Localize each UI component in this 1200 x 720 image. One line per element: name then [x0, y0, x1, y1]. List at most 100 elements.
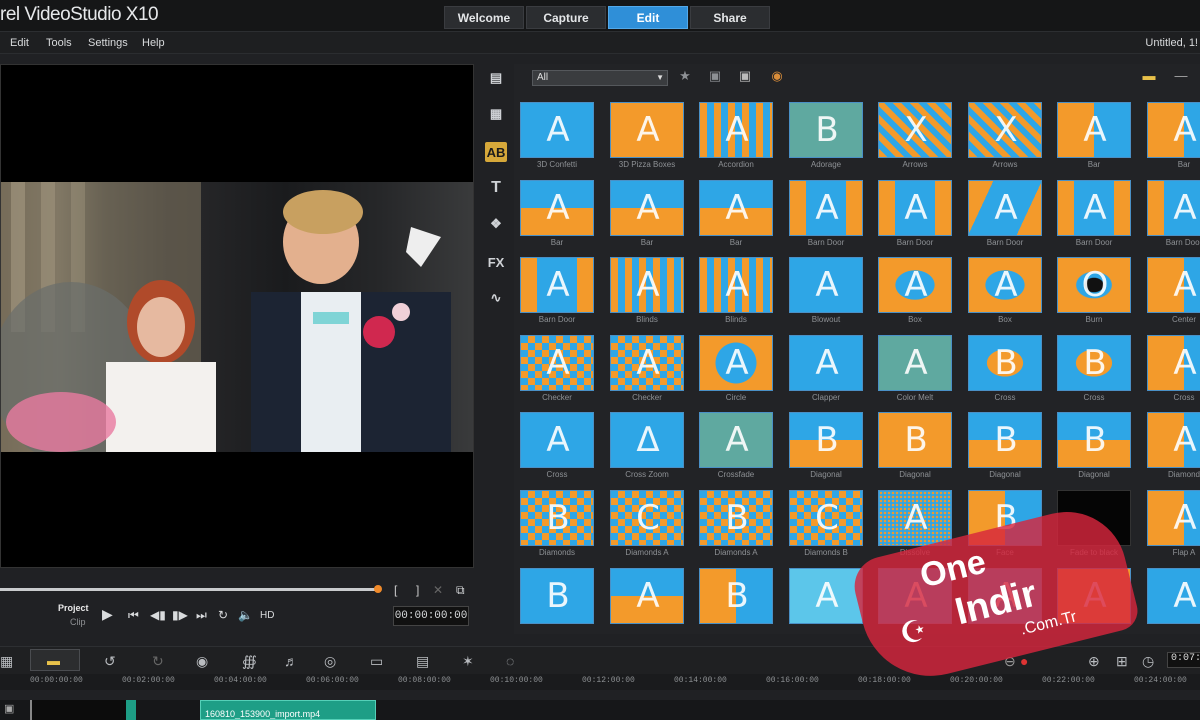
path-icon[interactable]: ∿ [485, 288, 507, 308]
mode-project[interactable]: Project [58, 603, 89, 613]
video-clip[interactable]: 160810_153900_import.mp4 [200, 700, 376, 720]
transition-thumbnail[interactable]: A [968, 180, 1042, 236]
menu-edit[interactable]: Edit [10, 37, 29, 49]
transition-thumbnail[interactable]: B [699, 568, 773, 624]
transition-thumbnail[interactable]: A [1147, 257, 1200, 313]
transition-thumbnail[interactable]: A [1057, 180, 1131, 236]
motion-tracking-icon[interactable]: ◎ [324, 653, 336, 670]
zoom-in-icon[interactable]: ⊕ [1088, 653, 1100, 670]
transition-thumbnail[interactable]: A [699, 180, 773, 236]
transition-thumbnail[interactable]: A [520, 102, 594, 158]
volume-icon[interactable]: 🔈 [238, 608, 253, 622]
previous-frame-icon[interactable]: ◀▮ [150, 608, 166, 622]
instant-project-icon[interactable]: ▦ [485, 104, 507, 124]
transition-thumbnail[interactable]: B [968, 335, 1042, 391]
transition-thumbnail[interactable]: A [1057, 568, 1131, 624]
transition-thumbnail[interactable]: A [789, 335, 863, 391]
transition-thumbnail[interactable]: B [968, 412, 1042, 468]
tab-share[interactable]: Share [690, 6, 770, 29]
undo-icon[interactable]: ↺ [104, 653, 116, 670]
transition-thumbnail[interactable]: X [968, 102, 1042, 158]
transition-thumbnail[interactable]: A [699, 412, 773, 468]
transition-thumbnail[interactable]: A [968, 568, 1042, 624]
transition-thumbnail[interactable]: A [1147, 490, 1200, 546]
transition-thumbnail[interactable]: A [610, 568, 684, 624]
hd-toggle[interactable]: HD [260, 610, 274, 621]
tab-welcome[interactable]: Welcome [444, 6, 524, 29]
transition-thumbnail[interactable]: A [878, 257, 952, 313]
playback-scrubber[interactable] [0, 588, 378, 591]
transition-thumbnail[interactable]: A [520, 257, 594, 313]
transition-thumbnail[interactable]: A [699, 335, 773, 391]
multi-trim-icon[interactable]: ▤ [416, 653, 429, 670]
transition-thumbnail[interactable]: B [1057, 412, 1131, 468]
menu-tools[interactable]: Tools [46, 37, 72, 49]
transition-thumbnail[interactable]: A [789, 257, 863, 313]
repeat-icon[interactable]: ↻ [218, 608, 228, 622]
split-icon[interactable]: ✕ [433, 583, 443, 597]
timecode-display[interactable]: 00:00:00:00 [393, 606, 469, 626]
transition-thumbnail[interactable]: A [610, 335, 684, 391]
transition-thumbnail[interactable]: A [1147, 180, 1200, 236]
transition-thumbnail[interactable]: A [520, 412, 594, 468]
transition-thumbnail[interactable]: B [789, 102, 863, 158]
sound-mixer-icon[interactable]: ∰ [242, 653, 257, 670]
scrubber-handle[interactable] [374, 585, 382, 593]
transition-icon[interactable]: AB [485, 142, 507, 162]
add-favorite-icon[interactable]: ★ [674, 68, 696, 86]
copy-icon[interactable]: ⧉ [456, 583, 465, 598]
get-more-icon[interactable]: ◉ [766, 68, 788, 86]
transition-thumbnail[interactable]: A [878, 180, 952, 236]
preview-window[interactable] [0, 64, 474, 568]
filter-fx-icon[interactable]: FX [485, 252, 507, 272]
transition-thumbnail[interactable]: A [878, 568, 952, 624]
home-icon[interactable]: ⏮ [128, 608, 139, 623]
transition-thumbnail[interactable]: A [520, 335, 594, 391]
transition-thumbnail[interactable]: A [520, 180, 594, 236]
transition-thumbnail[interactable]: A [1147, 102, 1200, 158]
transition-thumbnail[interactable]: A [789, 180, 863, 236]
thumbnail-size-slider[interactable]: — [1170, 68, 1192, 86]
transition-clip[interactable] [126, 700, 136, 720]
transition-thumbnail[interactable]: A [610, 180, 684, 236]
mode-clip[interactable]: Clip [70, 617, 86, 627]
transition-thumbnail[interactable]: C [789, 490, 863, 546]
record-capture-icon[interactable]: ◉ [196, 653, 208, 670]
clip-thumbnail[interactable] [30, 700, 126, 720]
transition-thumbnail[interactable]: B [699, 490, 773, 546]
transition-thumbnail[interactable]: A [610, 102, 684, 158]
transition-thumbnail[interactable]: O [1057, 257, 1131, 313]
transition-thumbnail[interactable]: A [878, 490, 952, 546]
timeline-view-button[interactable]: ▬ [30, 649, 80, 671]
transition-thumbnail[interactable]: A [968, 257, 1042, 313]
transition-thumbnail[interactable]: C [610, 490, 684, 546]
tab-edit[interactable]: Edit [608, 6, 688, 29]
media-icon[interactable]: ▤ [485, 68, 507, 88]
transition-thumbnail[interactable] [1057, 490, 1131, 546]
video-track[interactable] [0, 700, 1200, 720]
tab-capture[interactable]: Capture [526, 6, 606, 29]
transition-thumbnail[interactable]: A [1147, 568, 1200, 624]
transition-thumbnail[interactable]: X [878, 102, 952, 158]
menu-settings[interactable]: Settings [88, 37, 128, 49]
play-icon[interactable]: ▶ [102, 606, 113, 623]
transition-thumbnail[interactable]: B [1057, 335, 1131, 391]
fit-project-icon[interactable]: ⊞ [1116, 653, 1128, 670]
gallery-filter-dropdown[interactable]: All ▼ [532, 70, 668, 86]
transition-thumbnail[interactable]: B [789, 412, 863, 468]
transition-thumbnail[interactable]: A [699, 257, 773, 313]
transition-thumbnail[interactable]: Δ [610, 412, 684, 468]
menu-help[interactable]: Help [142, 37, 165, 49]
transition-thumbnail[interactable]: A [1147, 335, 1200, 391]
transition-thumbnail[interactable]: B [520, 490, 594, 546]
apply-random-icon[interactable]: ▣ [734, 68, 756, 86]
apply-to-video-icon[interactable]: ▣ [704, 68, 726, 86]
subtitle-editor-icon[interactable]: ▭ [370, 653, 383, 670]
end-icon[interactable]: ⏭ [196, 608, 207, 623]
transition-thumbnail[interactable]: A [1147, 412, 1200, 468]
transition-thumbnail[interactable]: B [968, 490, 1042, 546]
redo-icon[interactable]: ↻ [152, 653, 164, 670]
graphic-icon[interactable]: ❖ [485, 214, 507, 234]
title-icon[interactable]: T [485, 178, 507, 198]
transition-thumbnail[interactable]: A [789, 568, 863, 624]
